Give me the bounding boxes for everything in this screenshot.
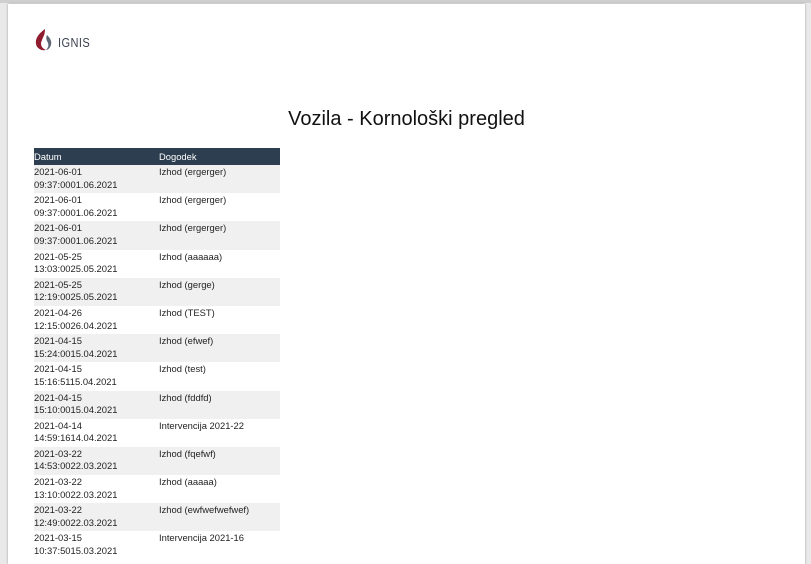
event-cell: Intervencija 2021-22	[159, 418, 280, 447]
viewer-top-edge	[0, 0, 811, 3]
table-row: 2021-04-14 14:59:1614.04.2021 Intervencija…	[34, 418, 280, 447]
date-text: 2021-04-15	[34, 335, 82, 347]
table-row: 2021-03-22 14:53:0022.03.2021 Izhod (fqefw…	[34, 446, 280, 476]
time-text: 09:37:0001.06.2021	[34, 178, 118, 190]
event-cell: Izhod (gerge)	[159, 277, 280, 306]
event-cell: Izhod (ergerger)	[159, 165, 280, 194]
date-text: 2021-06-01	[34, 194, 82, 206]
column-header-event: Dogodek	[159, 148, 280, 165]
table-row: 2021-06-01 09:37:0001.06.2021 Izhod (erger…	[34, 165, 280, 194]
column-header-date: Datum	[34, 148, 159, 165]
date-text: 2021-06-01	[34, 166, 82, 177]
date-cell: 2021-06-01 09:37:0001.06.2021	[34, 221, 159, 250]
date-cell: 2021-03-22 12:49:0022.03.2021	[34, 503, 159, 532]
event-cell: Izhod (TEST)	[159, 305, 280, 335]
date-text: 2021-04-26	[34, 306, 82, 318]
date-cell: 2021-03-22 14:53:0022.03.2021	[34, 446, 159, 476]
date-text: 2021-04-14	[34, 419, 82, 431]
date-text: 2021-03-15	[34, 532, 82, 544]
event-cell: Izhod (fqefwf)	[159, 446, 280, 476]
date-cell: 2021-05-25 13:03:0025.05.2021	[34, 249, 159, 278]
table-row: 2021-04-26 12:15:0026.04.2021 Izhod (TEST)	[34, 305, 280, 335]
time-text: 09:37:0001.06.2021	[34, 234, 118, 246]
event-cell: Izhod (ewfwefwefwef)	[159, 503, 280, 532]
time-text: 12:49:0022.03.2021	[34, 516, 118, 528]
table-row: 2021-05-25 12:19:0025.05.2021 Izhod (gerge…	[34, 277, 280, 306]
event-cell: Izhod (aaaaaa)	[159, 249, 280, 278]
event-cell: Izhod (efwef)	[159, 334, 280, 363]
date-cell: 2021-04-15 15:10:0015.04.2021	[34, 390, 159, 419]
table-row: 2021-06-01 09:37:0001.06.2021 Izhod (erger…	[34, 193, 280, 222]
time-text: 12:15:0026.04.2021	[34, 319, 118, 331]
date-text: 2021-05-25	[34, 278, 82, 290]
date-cell: 2021-06-01 09:37:0001.06.2021	[34, 193, 159, 222]
event-cell: Izhod (ergerger)	[159, 221, 280, 250]
date-cell: 2021-03-22 13:10:0022.03.2021	[34, 475, 159, 504]
company-logo: IGNIS	[34, 28, 96, 57]
date-cell: 2021-04-15 15:24:0015.04.2021	[34, 334, 159, 363]
table-header-row: Datum Dogodek	[34, 148, 280, 165]
date-cell: 2021-04-14 14:59:1614.04.2021	[34, 418, 159, 447]
time-text: 15:24:0015.04.2021	[34, 347, 118, 359]
time-text: 14:59:1614.04.2021	[34, 432, 118, 444]
logo-text: IGNIS	[58, 35, 91, 50]
time-text: 09:37:0001.06.2021	[34, 206, 118, 218]
document-page: IGNIS Vozila - Kornološki pregled Datum …	[8, 4, 805, 564]
date-text: 2021-05-25	[34, 250, 82, 262]
time-text: 13:03:0025.05.2021	[34, 263, 118, 275]
table-row: 2021-05-25 13:03:0025.05.2021 Izhod (aaaaa…	[34, 249, 280, 278]
table-row: 2021-03-22 12:49:0022.03.2021 Izhod (ewfwe…	[34, 503, 280, 532]
date-text: 2021-04-15	[34, 391, 82, 403]
event-cell: Izhod (ergerger)	[159, 193, 280, 222]
table-row: 2021-04-15 15:24:0015.04.2021 Izhod (efwef…	[34, 334, 280, 363]
date-text: 2021-04-15	[34, 363, 82, 375]
time-text: 12:19:0025.05.2021	[34, 291, 118, 303]
event-cell: Izhod (aaaaa)	[159, 475, 280, 504]
table-row: 2021-03-22 13:10:0022.03.2021 Izhod (aaaaa…	[34, 475, 280, 504]
time-text: 15:10:0015.04.2021	[34, 404, 118, 416]
event-cell: Izhod (test)	[159, 362, 280, 391]
table-row: 2021-06-01 09:37:0001.06.2021 Izhod (erger…	[34, 221, 280, 250]
date-text: 2021-03-22	[34, 476, 82, 488]
flame-logo-icon	[34, 28, 54, 57]
time-text: 15:16:5115.04.2021	[34, 375, 117, 387]
date-cell: 2021-05-25 12:19:0025.05.2021	[34, 277, 159, 306]
document-title: Vozila - Kornološki pregled	[288, 108, 525, 130]
chronology-table: Datum Dogodek 2021-06-01 09:37:0001.06.20…	[34, 148, 280, 560]
date-cell: 2021-04-26 12:15:0026.04.2021	[34, 305, 159, 335]
event-cell: Izhod (fddfd)	[159, 390, 280, 419]
date-cell: 2021-06-01 09:37:0001.06.2021	[34, 165, 159, 194]
time-text: 13:10:0022.03.2021	[34, 488, 118, 500]
date-text: 2021-03-22	[34, 447, 82, 459]
time-text: 10:37:5015.03.2021	[34, 545, 118, 557]
table-row: 2021-04-15 15:16:5115.04.2021 Izhod (test)	[34, 362, 280, 391]
time-text: 14:53:0022.03.2021	[34, 460, 118, 472]
date-text: 2021-03-22	[34, 504, 82, 516]
date-text: 2021-06-01	[34, 222, 82, 234]
date-cell: 2021-04-15 15:16:5115.04.2021	[34, 362, 159, 391]
table-row: 2021-04-15 15:10:0015.04.2021 Izhod (fddfd…	[34, 390, 280, 419]
